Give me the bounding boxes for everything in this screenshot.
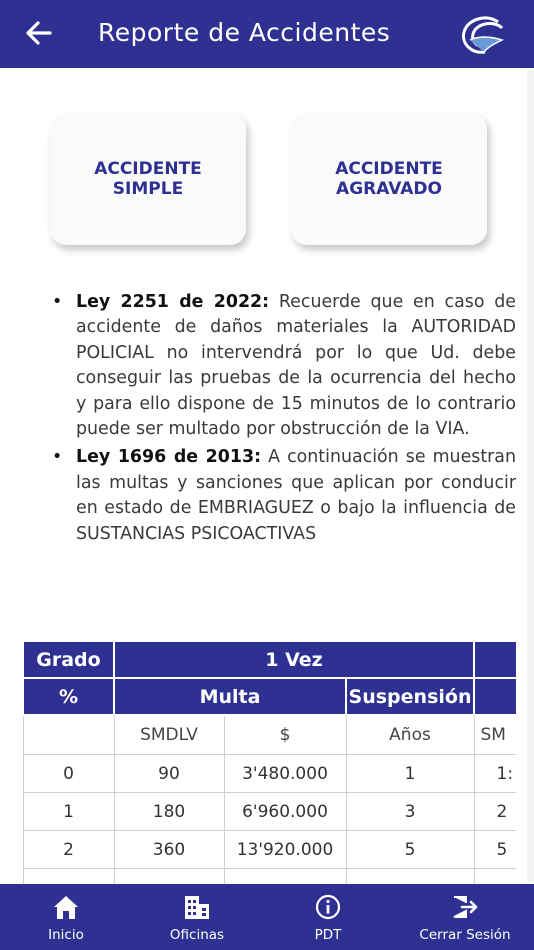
info-icon xyxy=(315,894,341,920)
scrollbar[interactable] xyxy=(527,70,534,882)
nav-label: Cerrar Sesión xyxy=(419,927,511,943)
bullet: • xyxy=(52,447,63,468)
cell-pesos: 3'480.000 xyxy=(223,754,347,793)
cell-smdlv: 360 xyxy=(113,830,225,869)
nav-inicio[interactable]: Inicio xyxy=(24,884,108,950)
sub-smdlv: SMDLV xyxy=(113,714,225,755)
header-suspension: Suspensión xyxy=(344,677,476,716)
nav-label: Inicio xyxy=(48,927,84,943)
cell-next: 2 xyxy=(473,792,516,831)
accidente-agravado-button[interactable]: ACCIDENTE AGRAVADO xyxy=(291,113,487,245)
cell-pesos: 6'960.000 xyxy=(223,792,347,831)
page-title: Reporte de Accidentes xyxy=(98,18,391,47)
law-title: Ley 2251 de 2022: xyxy=(76,292,270,312)
table-row xyxy=(22,868,516,884)
app-bar: Reporte de Accidentes xyxy=(0,0,534,68)
nav-cerrar-sesion[interactable]: Cerrar Sesión xyxy=(406,884,524,950)
sub-anos: Años xyxy=(345,714,475,755)
header-next xyxy=(473,640,516,679)
nav-label: Oficinas xyxy=(169,927,225,943)
list-item: • Ley 2251 de 2022: Recuerde que en caso… xyxy=(50,290,516,442)
header-pct: % xyxy=(22,677,115,716)
cell-next: 5 xyxy=(473,830,516,869)
building-icon xyxy=(185,896,209,919)
cell-next xyxy=(473,868,516,884)
cell-smdlv xyxy=(113,868,225,884)
cell-grado: 2 xyxy=(22,830,115,869)
cell-anos: 3 xyxy=(345,792,475,831)
header-vez: 1 Vez xyxy=(112,640,476,679)
accidente-simple-button[interactable]: ACCIDENTE SIMPLE xyxy=(50,113,246,245)
law-title: Ley 1696 de 2013: xyxy=(76,447,262,468)
header-grado: Grado xyxy=(22,640,115,679)
sub-peso: $ xyxy=(223,714,347,755)
cell-grado: 1 xyxy=(22,792,115,831)
table-row: 0 90 3'480.000 1 1: xyxy=(22,754,516,793)
nav-pdt[interactable]: PDT xyxy=(290,884,366,950)
bullet: • xyxy=(52,292,63,312)
sanctions-table[interactable]: Grado 1 Vez % Multa Suspensión SMDLV $ A… xyxy=(22,640,516,884)
header-next xyxy=(473,677,516,716)
nav-oficinas[interactable]: Oficinas xyxy=(150,884,244,950)
logout-icon xyxy=(453,896,478,918)
sub-next: SM xyxy=(473,714,516,755)
home-icon xyxy=(54,896,78,919)
table-subheader-row: SMDLV $ Años SM xyxy=(22,714,516,755)
cell-pesos xyxy=(223,868,347,884)
cell-grado xyxy=(22,868,115,884)
sub-empty xyxy=(22,714,115,755)
cell-pesos: 13'920.000 xyxy=(223,830,347,869)
cell-anos xyxy=(345,868,475,884)
cell-grado: 0 xyxy=(22,754,115,793)
header-multa: Multa xyxy=(113,677,347,716)
brand-logo-icon xyxy=(462,16,504,54)
bottom-nav: Inicio Oficinas PDT Cerrar Sesión xyxy=(0,884,534,950)
cell-smdlv: 90 xyxy=(113,754,225,793)
cell-next: 1: xyxy=(473,754,516,793)
cell-smdlv: 180 xyxy=(113,792,225,831)
table-header-row: % Multa Suspensión xyxy=(22,677,516,716)
cell-anos: 1 xyxy=(345,754,475,793)
law-text: Recuerde que en caso de accidente de dañ… xyxy=(76,292,516,440)
nav-label: PDT xyxy=(314,927,342,943)
table-header-row: Grado 1 Vez xyxy=(22,640,516,679)
table-row: 2 360 13'920.000 5 5 xyxy=(22,830,516,869)
accidente-agravado-label: ACCIDENTE AGRAVADO xyxy=(335,159,443,199)
accidente-simple-label: ACCIDENTE SIMPLE xyxy=(94,159,202,199)
arrow-left-icon[interactable] xyxy=(22,16,56,50)
cell-anos: 5 xyxy=(345,830,475,869)
table-row: 1 180 6'960.000 3 2 xyxy=(22,792,516,831)
list-item: • Ley 1696 de 2013: A continuación se mu… xyxy=(50,445,516,547)
info-list: • Ley 2251 de 2022: Recuerde que en caso… xyxy=(50,290,516,550)
